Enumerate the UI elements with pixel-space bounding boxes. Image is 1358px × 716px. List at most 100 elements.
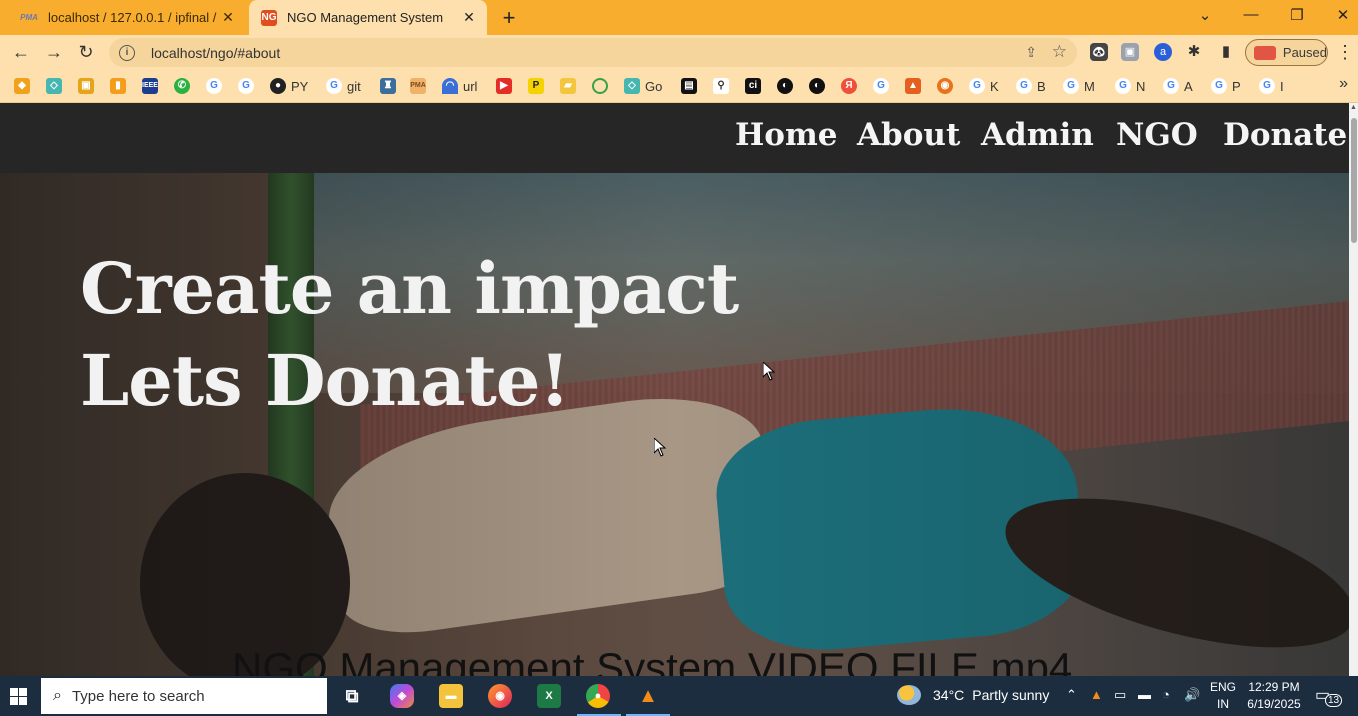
battery-icon[interactable]: ▬ xyxy=(1138,687,1151,702)
bookmark-item[interactable]: ◐ xyxy=(809,77,830,95)
reload-icon[interactable]: ↻ xyxy=(75,41,97,63)
firefox-icon[interactable]: ◉ xyxy=(488,684,512,708)
bookmark-item[interactable]: ▣ xyxy=(78,77,99,95)
bookmark-item[interactable]: ▶ xyxy=(496,77,517,95)
bookmark-item[interactable]: ▰ xyxy=(560,77,581,95)
share-icon[interactable]: ⇪ xyxy=(1025,44,1037,61)
back-arrow-icon[interactable]: ← xyxy=(10,41,32,63)
bookmark-item[interactable] xyxy=(592,77,613,95)
bookmark-item[interactable]: ▲ xyxy=(905,77,926,95)
extensions-puzzle-icon[interactable]: ✱ xyxy=(1185,43,1203,61)
bookmark-item[interactable]: ● PY xyxy=(270,77,308,95)
nav-donate-link[interactable]: Donate xyxy=(1223,117,1347,153)
side-panel-icon[interactable]: ▮ xyxy=(1217,43,1235,61)
bookmark-item[interactable]: GK xyxy=(969,77,999,95)
globe-icon: ◐ xyxy=(809,78,825,94)
more-bookmarks-chevron-icon[interactable]: » xyxy=(1339,75,1348,93)
new-tab-plus-icon[interactable]: + xyxy=(497,5,521,31)
tab-search-chevron-icon[interactable]: ⌄ xyxy=(1193,6,1217,24)
taskbar-search-box[interactable]: ⌕ Type here to search xyxy=(41,678,327,714)
bookmark-item[interactable]: ◠ url xyxy=(442,77,477,95)
bookmark-item[interactable]: P xyxy=(528,77,549,95)
minimize-icon[interactable]: — xyxy=(1239,6,1263,23)
panda-extension-icon[interactable]: 🐼 xyxy=(1090,43,1108,61)
tab-ngo-management[interactable]: NG NGO Management System ✕ xyxy=(249,0,487,35)
nav-home-link[interactable]: Home xyxy=(735,117,838,153)
google-icon: G xyxy=(1211,78,1227,94)
chrome-icon[interactable]: ● xyxy=(586,684,610,708)
bookmark-item[interactable]: ◇ xyxy=(46,77,67,95)
ci-icon: ci xyxy=(745,78,761,94)
browser-toolbar: ← → ↻ i localhost/ngo/#about ⇪ ☆ 🐼 ▣ a ✱… xyxy=(0,35,1358,70)
google-icon: G xyxy=(1115,78,1131,94)
bookmark-item[interactable]: ▮ xyxy=(110,77,131,95)
hero-headline-line2: Lets Donate! xyxy=(80,339,570,422)
bookmark-item[interactable]: Я xyxy=(841,77,862,95)
bookmark-item[interactable]: ◉ xyxy=(937,77,958,95)
bookmark-item[interactable]: ♜ xyxy=(380,77,401,95)
bookmark-item[interactable]: IEEE xyxy=(142,77,163,95)
task-view-icon[interactable]: ⧉ xyxy=(340,684,364,708)
vlc-tray-icon[interactable]: ▲ xyxy=(1090,687,1103,702)
meet-now-icon[interactable]: ▭ xyxy=(1114,687,1126,703)
start-button[interactable] xyxy=(0,676,36,716)
url-text[interactable]: localhost/ngo/#about xyxy=(151,45,280,61)
forward-arrow-icon[interactable]: → xyxy=(43,41,65,63)
system-clock[interactable]: 12:29 PM 6/19/2025 xyxy=(1242,679,1306,713)
show-hidden-icons-chevron-icon[interactable]: ⌃ xyxy=(1066,687,1077,703)
nav-ngo-link[interactable]: NGO xyxy=(1116,117,1198,153)
bookmark-item[interactable]: G xyxy=(238,77,259,95)
excel-icon[interactable]: X xyxy=(537,684,561,708)
copilot-icon[interactable]: ◈ xyxy=(390,684,414,708)
clock-time: 12:29 PM xyxy=(1248,680,1300,694)
a-extension-icon[interactable]: a xyxy=(1154,43,1172,61)
tab-phpmyadmin[interactable]: PMA localhost / 127.0.0.1 / ipfinal / ng… xyxy=(8,0,246,35)
image-extension-icon[interactable]: ▣ xyxy=(1121,43,1139,61)
bookmark-item[interactable]: GN xyxy=(1115,77,1145,95)
bookmark-item[interactable]: GP xyxy=(1211,77,1241,95)
close-tab-icon[interactable]: ✕ xyxy=(218,9,238,26)
bookmark-item[interactable]: GM xyxy=(1063,77,1095,95)
volume-icon[interactable]: 🔊 xyxy=(1184,687,1200,703)
google-icon: G xyxy=(969,78,985,94)
address-bar[interactable]: i localhost/ngo/#about ⇪ ☆ xyxy=(109,38,1077,67)
close-tab-icon[interactable]: ✕ xyxy=(459,9,479,26)
windows-logo-icon xyxy=(9,687,27,705)
restore-icon[interactable]: ❐ xyxy=(1285,6,1309,24)
bookmark-item[interactable]: G xyxy=(206,77,227,95)
bookmark-item[interactable]: GI xyxy=(1259,77,1284,95)
browser-menu-icon[interactable]: ⋮ xyxy=(1336,42,1354,63)
bookmark-star-icon[interactable]: ☆ xyxy=(1052,42,1067,62)
ngo-favicon-icon: NG xyxy=(261,9,277,26)
wing-icon: ◇ xyxy=(46,78,62,94)
bookmark-item[interactable]: GB xyxy=(1016,77,1046,95)
bookmark-item[interactable]: G xyxy=(873,77,894,95)
site-info-icon[interactable]: i xyxy=(119,44,135,61)
bookmark-item[interactable]: ✆ xyxy=(174,77,195,95)
notification-center-icon[interactable]: ▭ 13 xyxy=(1315,685,1343,707)
vlc-icon[interactable]: ▲ xyxy=(636,684,660,708)
bookmark-item[interactable]: ⚲ xyxy=(713,77,734,95)
nav-about-link[interactable]: About xyxy=(857,117,960,153)
bookmark-item[interactable]: ◆ xyxy=(14,77,35,95)
profile-paused-button[interactable]: Paused xyxy=(1245,39,1328,66)
input-language-indicator[interactable]: ENG IN xyxy=(1210,679,1236,713)
weather-widget[interactable]: 34°C Partly sunny xyxy=(897,685,1049,705)
bookmark-item[interactable]: ◇ Go xyxy=(624,77,662,95)
bookmark-label: url xyxy=(463,78,478,94)
scroll-up-arrow-icon[interactable]: ▲ xyxy=(1350,104,1357,111)
bookmark-item[interactable]: ▤ xyxy=(681,77,702,95)
bookmark-item[interactable]: GA xyxy=(1163,77,1193,95)
bookmark-item[interactable]: Ggit xyxy=(326,77,361,95)
window-close-icon[interactable]: ✕ xyxy=(1331,6,1355,24)
bookmark-item[interactable]: ci xyxy=(745,77,766,95)
page-viewport: Home About Admin NGO Donate Create an im… xyxy=(0,103,1349,676)
bookmark-item[interactable]: PMA xyxy=(410,77,431,95)
bookmark-item[interactable]: ◐ xyxy=(777,77,798,95)
bookmarks-bar: ◆ ◇ ▣ ▮ IEEE ✆ G G ● PY Ggit ♜ PMA ◠ url ▶… xyxy=(0,70,1358,103)
wifi-icon[interactable]: ◔ xyxy=(1162,687,1170,702)
scrollbar-thumb[interactable] xyxy=(1351,118,1357,243)
nav-admin-link[interactable]: Admin xyxy=(981,117,1094,153)
file-explorer-icon[interactable]: ▬ xyxy=(439,684,463,708)
bookmark-label: B xyxy=(1037,78,1046,94)
